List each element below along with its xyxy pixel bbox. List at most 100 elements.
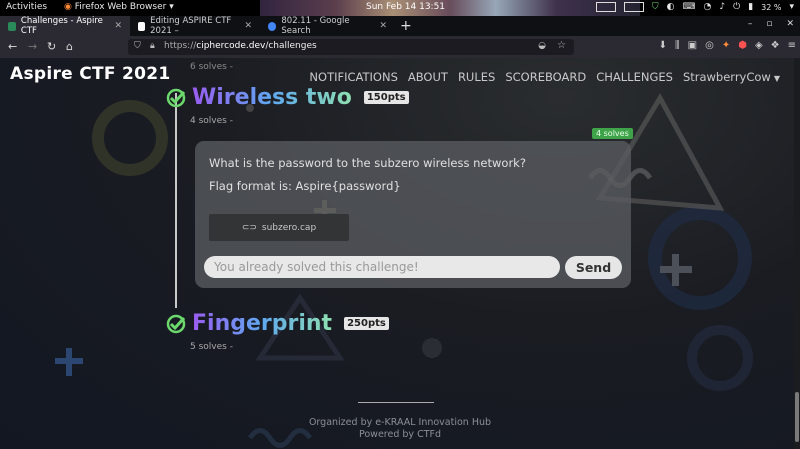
solved-check-icon: [166, 88, 186, 107]
app-menu[interactable]: ◉ Firefox Web Browser ▾: [64, 2, 174, 12]
nav-about[interactable]: ABOUT: [408, 70, 448, 84]
ctfd-link[interactable]: Powered by CTFd: [359, 429, 441, 440]
battery-icon[interactable]: ▮: [748, 2, 753, 12]
tab-challenges[interactable]: Challenges - Aspire CTF ✕: [0, 16, 130, 36]
extension-icon[interactable]: ✦: [722, 40, 730, 51]
challenge-description: What is the password to the subzero wire…: [209, 156, 526, 170]
forward-button[interactable]: →: [28, 40, 37, 53]
challenge-title[interactable]: Fingerprint: [192, 311, 332, 336]
points-badge: 150pts: [363, 91, 409, 104]
shield-icon[interactable]: ⛉: [134, 41, 141, 51]
firefox-icon: ◉: [64, 2, 72, 12]
tab-title: 802.11 - Google Search: [281, 16, 350, 36]
chevron-down-icon: ▾: [169, 2, 174, 12]
challenge-card: What is the password to the subzero wire…: [195, 141, 631, 288]
scrollbar-thumb[interactable]: [795, 392, 799, 442]
url-bar[interactable]: ⛉ 🔒︎ https://ciphercode.dev/challenges ◒…: [128, 39, 574, 55]
wifi-icon[interactable]: ◔: [703, 2, 711, 12]
lock-icon[interactable]: 🔒︎: [150, 41, 155, 51]
window-icon[interactable]: [623, 2, 644, 12]
solved-check-icon: [166, 314, 186, 333]
wallpaper-art: [260, 0, 640, 16]
tab-favicon: [138, 21, 146, 31]
gnome-top-bar: Activities ◉ Firefox Web Browser ▾ Sun F…: [0, 0, 800, 16]
site-header: Aspire CTF 2021 NOTIFICATIONS ABOUT RULE…: [0, 58, 800, 88]
google-icon: [268, 21, 277, 31]
close-icon[interactable]: ✕: [379, 21, 387, 31]
solves-badge: 4 solves: [592, 128, 633, 139]
flag-input-placeholder: You already solved this challenge!: [214, 260, 419, 274]
window-controls: – ▫ ✕: [748, 19, 794, 29]
points-badge: 250pts: [344, 317, 389, 330]
home-icon[interactable]: ⌂: [66, 40, 73, 53]
navigation-toolbar: ← → ↻ ⌂ ⛉ 🔒︎ https://ciphercode.dev/chal…: [0, 36, 800, 58]
page-content: Aspire CTF 2021 NOTIFICATIONS ABOUT RULE…: [0, 58, 800, 449]
challenge-solves: 4 solves -: [190, 116, 233, 126]
challenge-title[interactable]: Wireless two: [192, 85, 352, 110]
send-button[interactable]: Send: [565, 256, 622, 279]
tab-strip: Challenges - Aspire CTF ✕ Editing ASPIRE…: [0, 16, 800, 36]
challenge-header[interactable]: Wireless two 150pts: [166, 85, 409, 110]
tab-editing[interactable]: Editing ASPIRE CTF 2021 – ✕: [130, 16, 260, 36]
main-nav: NOTIFICATIONS ABOUT RULES SCOREBOARD CHA…: [309, 70, 780, 84]
activities-button[interactable]: Activities: [6, 2, 47, 12]
send-label: Send: [575, 260, 612, 275]
nav-user-menu[interactable]: StrawberryCow ▼: [683, 70, 780, 84]
power-icon[interactable]: ⏻: [733, 2, 740, 12]
close-icon[interactable]: ✕: [786, 19, 794, 29]
tab-google-search[interactable]: 802.11 - Google Search ✕: [260, 16, 395, 36]
nav-challenges[interactable]: CHALLENGES: [596, 70, 673, 84]
shield-icon[interactable]: ⛉: [652, 2, 659, 12]
chevron-down-icon[interactable]: ▾: [789, 2, 794, 12]
menu-icon[interactable]: ≡: [788, 40, 796, 51]
app-name: Firefox Web Browser: [74, 2, 167, 12]
download-icon[interactable]: ⬇: [659, 40, 667, 51]
close-icon[interactable]: ✕: [114, 21, 122, 31]
toolbar-extensions: ⬇ ⫼ ▣ ◎ ✦ ⬢ ◈ ❖ ≡: [659, 40, 796, 51]
close-icon[interactable]: ✕: [244, 21, 252, 31]
footer-organized: Organized by e-KRAAL Innovation Hub: [308, 417, 492, 428]
extension-icon[interactable]: ◈: [755, 40, 763, 51]
flag-format: Flag format is: Aspire{password}: [209, 179, 401, 193]
window-icon[interactable]: [595, 2, 616, 12]
adblock-icon[interactable]: ⬢: [738, 40, 747, 51]
battery-percent: 32 %: [761, 2, 782, 12]
keyboard-icon[interactable]: ⌨: [682, 2, 695, 12]
volume-icon[interactable]: ♪: [719, 2, 725, 12]
pocket-icon[interactable]: ◒: [538, 41, 546, 51]
minimize-icon[interactable]: –: [748, 19, 753, 29]
url-prefix: https://: [164, 41, 197, 51]
sidebar-icon[interactable]: ▣: [688, 40, 697, 51]
file-name: subzero.cap: [261, 222, 317, 233]
clock[interactable]: Sun Feb 14 13:51: [366, 2, 445, 12]
library-icon[interactable]: ⫼: [675, 40, 680, 51]
challenge-header[interactable]: Fingerprint 250pts: [166, 311, 389, 336]
nav-scoreboard[interactable]: SCOREBOARD: [505, 70, 586, 84]
url-host: ciphercode.dev: [196, 41, 266, 51]
previous-challenge-solves: 6 solves -: [190, 62, 233, 72]
file-download-button[interactable]: ⊂⊃ subzero.cap: [209, 214, 349, 241]
timeline-line: [175, 93, 177, 308]
reload-button[interactable]: ↻: [47, 40, 56, 53]
link-icon: ⊂⊃: [241, 222, 257, 233]
account-icon[interactable]: ◎: [705, 40, 714, 51]
tab-title: Challenges - Aspire CTF: [20, 16, 103, 36]
url-text[interactable]: https://ciphercode.dev/challenges: [164, 41, 317, 51]
extension-icon[interactable]: ❖: [771, 40, 780, 51]
back-button[interactable]: ←: [8, 40, 17, 53]
accessibility-icon[interactable]: ◐: [667, 2, 675, 12]
site-brand[interactable]: Aspire CTF 2021: [10, 64, 171, 84]
bookmark-star-icon[interactable]: ☆: [557, 40, 566, 51]
tab-favicon: [8, 21, 16, 31]
system-tray[interactable]: ⛉ ◐ ⌨ ◔ ♪ ⏻ ▮ 32 % ▾: [595, 2, 794, 12]
restore-icon[interactable]: ▫: [766, 19, 772, 29]
new-tab-button[interactable]: +: [400, 18, 412, 34]
caret-down-icon: ▼: [773, 74, 780, 83]
user-name: StrawberryCow: [682, 70, 771, 84]
footer-powered: Powered by CTFd: [0, 429, 800, 440]
nav-rules[interactable]: RULES: [458, 70, 495, 84]
scrollbar[interactable]: [794, 58, 800, 449]
footer-divider: [358, 402, 434, 403]
flag-input[interactable]: You already solved this challenge!: [204, 256, 560, 278]
nav-notifications[interactable]: NOTIFICATIONS: [309, 70, 397, 84]
